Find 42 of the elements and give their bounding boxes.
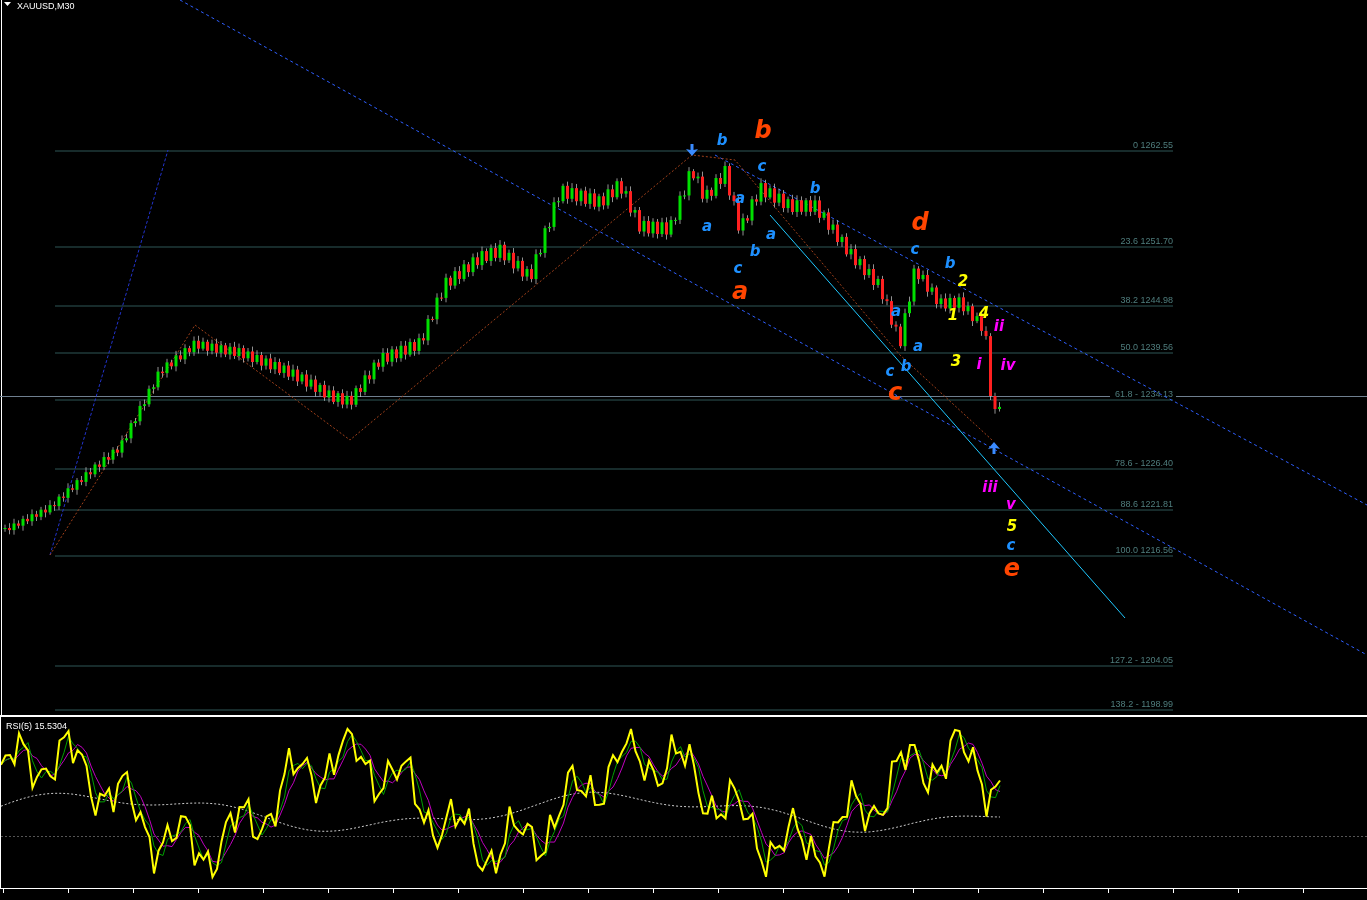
wave-label: b — [716, 130, 728, 149]
chart-symbol-label: XAUUSD,M30 — [17, 1, 75, 11]
fib-level-label: 38.2 1244.98 — [1120, 295, 1173, 305]
wave-label: 2 — [957, 271, 969, 290]
wave-label: b — [749, 241, 761, 260]
rsi-indicator-label: RSI(5) 15.5304 — [6, 721, 68, 731]
wave-label: b — [944, 253, 956, 272]
fib-level-label: 78.6 - 1226.40 — [1114, 458, 1173, 468]
wave-label: 1 — [947, 305, 959, 324]
fib-level-label: 127.2 - 1204.05 — [1109, 655, 1173, 665]
wave-label: d — [911, 208, 929, 236]
fib-level-label: 50.0 1239.56 — [1120, 342, 1173, 352]
wave-label: b — [754, 116, 772, 144]
wave-label: a — [765, 224, 777, 243]
wave-label: 5 — [1006, 516, 1018, 535]
up-arrow-icon — [988, 442, 1000, 454]
wave-label: ii — [993, 316, 1005, 335]
wave-label: c — [910, 239, 920, 258]
down-arrow-icon — [686, 144, 698, 156]
dropdown-triangle-icon[interactable] — [4, 2, 11, 6]
wave-label: e — [1003, 554, 1021, 582]
wave-label: iii — [982, 477, 998, 496]
fib-level-label: 138.2 - 1198.99 — [1110, 699, 1173, 709]
fib-level-label: 23.6 1251.70 — [1120, 236, 1173, 246]
wave-label: iv — [1000, 355, 1016, 374]
fib-level-label: 0 1262.55 — [1132, 140, 1173, 150]
fib-level-label: 88.6 1221.81 — [1120, 499, 1173, 509]
wave-label: a — [701, 216, 713, 235]
wave-label: 4 — [978, 303, 990, 322]
fib-level-label: 61.8 - 1234.13 — [1114, 389, 1173, 399]
wave-label: v — [1006, 494, 1016, 513]
wave-label: c — [1006, 535, 1016, 554]
wave-label: c — [733, 258, 743, 277]
wave-label: 3 — [950, 351, 962, 370]
wave-label: c — [885, 361, 895, 380]
wave-label: c — [757, 156, 767, 175]
wave-label: a — [731, 277, 749, 305]
wave-label: a — [734, 188, 746, 207]
wave-label: a — [912, 336, 924, 355]
wave-label: i — [976, 354, 982, 373]
fib-level-label: 100.0 1216.56 — [1115, 545, 1173, 555]
wave-label: b — [809, 178, 821, 197]
